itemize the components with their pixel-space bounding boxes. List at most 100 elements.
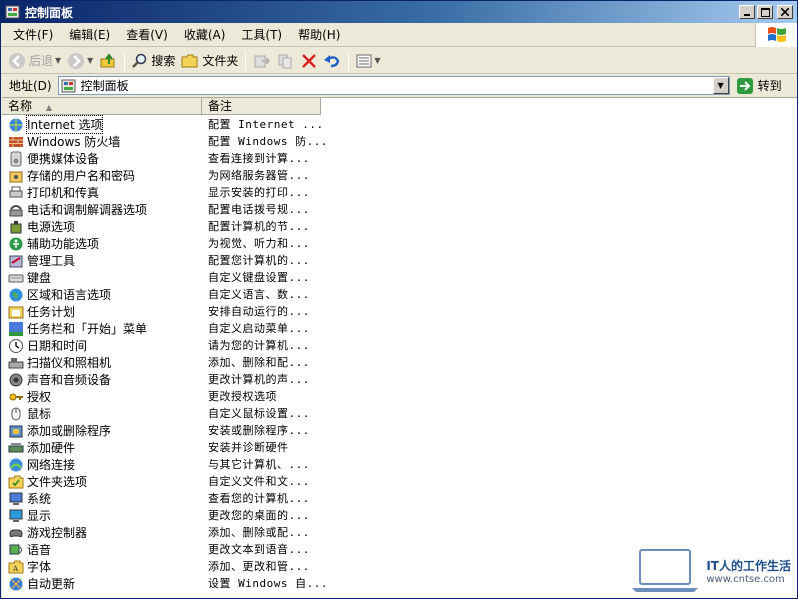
list-item[interactable]: 键盘 自定义键盘设置... <box>2 269 797 286</box>
maximize-button[interactable] <box>757 5 773 19</box>
watermark: IT人的工作生活 www.cntse.com <box>630 548 791 594</box>
list-item-name: 自动更新 <box>8 575 202 592</box>
list-item[interactable]: 文件夹选项 自定义文件和文... <box>2 473 797 490</box>
list-item-label: 键盘 <box>27 271 52 285</box>
list-item[interactable]: 电源选项 配置计算机的节... <box>2 218 797 235</box>
list-item-note: 更改您的桌面的... <box>208 509 310 522</box>
list-item-name: 任务栏和「开始」菜单 <box>8 320 202 337</box>
menu-view[interactable]: 查看(V) <box>118 24 176 46</box>
list-item-note: 安装并诊断硬件 <box>208 441 289 454</box>
list-item[interactable]: 鼠标 自定义鼠标设置... <box>2 405 797 422</box>
search-button[interactable]: 搜索 <box>129 50 178 72</box>
back-dropdown-icon[interactable]: ▼ <box>55 56 61 65</box>
explorer-window: 控制面板 文件(F) 编辑(E) 查看(V) 收藏(A) 工具(T) 帮助(H) <box>0 0 798 599</box>
column-header-name[interactable]: 名称 ▲ <box>2 98 202 115</box>
go-button[interactable]: 转到 <box>736 77 782 95</box>
list-item[interactable]: 声音和音频设备 更改计算机的声... <box>2 371 797 388</box>
list-item[interactable]: 添加硬件 安装并诊断硬件 <box>2 439 797 456</box>
list-item-name: 声音和音频设备 <box>8 371 202 388</box>
menu-favorites[interactable]: 收藏(A) <box>176 24 234 46</box>
up-folder-button[interactable] <box>96 50 120 72</box>
list-item[interactable]: 授权 更改授权选项 <box>2 388 797 405</box>
toolbar-separator <box>348 50 350 71</box>
menu-tools[interactable]: 工具(T) <box>233 24 290 46</box>
list-item[interactable]: 显示 更改您的桌面的... <box>2 507 797 524</box>
list-item-name: 文件夹选项 <box>8 473 202 490</box>
list-item[interactable]: 扫描仪和照相机 添加、删除和配... <box>2 354 797 371</box>
list-item[interactable]: 任务计划 安排自动运行的... <box>2 303 797 320</box>
toolbar-separator <box>245 50 247 71</box>
list-item-label: 日期和时间 <box>27 339 88 353</box>
views-button[interactable]: ▼ <box>353 50 383 72</box>
list-item-note: 配置 Windows 防... <box>208 135 328 148</box>
list-item-note: 添加、更改和管... <box>208 560 310 573</box>
list-item[interactable]: 电话和调制解调器选项 配置电话拨号规... <box>2 201 797 218</box>
list-item-note: 与其它计算机、... <box>208 458 310 471</box>
list-item-label: 打印机和传真 <box>27 186 100 200</box>
address-input[interactable]: 控制面板 ▼ <box>57 76 730 95</box>
list-item-name: 日期和时间 <box>8 337 202 354</box>
minimize-button[interactable] <box>739 5 755 19</box>
list-item[interactable]: 添加或删除程序 安装或删除程序... <box>2 422 797 439</box>
delete-button[interactable] <box>298 50 320 72</box>
display-icon <box>9 509 23 522</box>
list-item[interactable]: Internet 选项 配置 Internet ... <box>2 115 797 134</box>
undo-icon <box>324 54 340 67</box>
list-item[interactable]: 区域和语言选项 自定义语言、数... <box>2 286 797 303</box>
list-item[interactable]: 存储的用户名和密码 为网络服务器管... <box>2 167 797 184</box>
list-item-name: 游戏控制器 <box>8 524 202 541</box>
control-panel-icon <box>5 5 20 19</box>
list-item-label: 游戏控制器 <box>27 526 88 540</box>
toolbar-separator <box>124 50 126 71</box>
list-item[interactable]: 游戏控制器 添加、删除或配... <box>2 524 797 541</box>
list-item-label: 存储的用户名和密码 <box>27 169 136 183</box>
control-panel-list[interactable]: 名称 ▲ 备注 Internet 选项 配置 Internet ... Window… <box>2 97 797 598</box>
list-item-label: 电话和调制解调器选项 <box>27 203 148 217</box>
svg-text:A: A <box>12 565 19 573</box>
menu-file[interactable]: 文件(F) <box>5 24 61 46</box>
portable-media-icon <box>10 151 22 166</box>
close-button[interactable] <box>777 5 793 19</box>
folders-button[interactable]: 文件夹 <box>178 50 241 72</box>
back-button[interactable]: 后退 ▼ <box>5 50 64 72</box>
list-item[interactable]: 便携媒体设备 查看连接到计算... <box>2 150 797 167</box>
list-item-note: 自定义文件和文... <box>208 475 310 488</box>
address-value: 控制面板 <box>80 79 129 93</box>
list-item[interactable]: 任务栏和「开始」菜单 自定义启动菜单... <box>2 320 797 337</box>
forward-dropdown-icon[interactable]: ▼ <box>87 56 93 65</box>
list-item-label: 任务栏和「开始」菜单 <box>27 322 148 336</box>
menu-help[interactable]: 帮助(H) <box>290 24 348 46</box>
list-item[interactable]: 网络连接 与其它计算机、... <box>2 456 797 473</box>
list-item[interactable]: 日期和时间 请为您的计算机... <box>2 337 797 354</box>
title-bar[interactable]: 控制面板 <box>1 1 797 23</box>
list-item-note: 查看连接到计算... <box>208 152 310 165</box>
column-note-label: 备注 <box>208 99 233 113</box>
forward-button[interactable]: ▼ <box>64 50 96 72</box>
views-dropdown-icon[interactable]: ▼ <box>374 56 380 65</box>
list-item-label: 声音和音频设备 <box>27 373 112 387</box>
list-item[interactable]: Windows 防火墙 配置 Windows 防... <box>2 133 797 150</box>
list-item[interactable]: 系统 查看您的计算机... <box>2 490 797 507</box>
move-to-button[interactable] <box>250 50 274 72</box>
list-item[interactable]: 打印机和传真 显示安装的打印... <box>2 184 797 201</box>
list-item[interactable]: 管理工具 配置您计算机的... <box>2 252 797 269</box>
add-remove-programs-icon <box>9 425 23 437</box>
list-item[interactable]: 辅助功能选项 为视觉、听力和... <box>2 235 797 252</box>
column-header-note[interactable]: 备注 <box>202 98 321 115</box>
undo-button[interactable] <box>320 50 344 72</box>
list-item-label: 网络连接 <box>27 458 76 472</box>
list-item-name: 扫描仪和照相机 <box>8 354 202 371</box>
back-label: 后退 <box>29 54 54 68</box>
address-dropdown-button[interactable]: ▼ <box>712 77 729 94</box>
copy-to-button[interactable] <box>274 50 298 72</box>
menu-edit[interactable]: 编辑(E) <box>61 24 118 46</box>
list-item-name: 语音 <box>8 541 202 558</box>
list-item-note: 自定义键盘设置... <box>208 271 310 284</box>
list-item-label: 语音 <box>27 543 52 557</box>
list-item-note: 设置 Windows 自... <box>208 577 328 590</box>
system-icon <box>9 492 23 505</box>
go-arrow-icon <box>736 77 753 94</box>
network-icon <box>9 458 23 471</box>
address-bar: 地址(D) 控制面板 ▼ 转到 <box>1 75 797 96</box>
list-item-name: 辅助功能选项 <box>8 235 202 252</box>
